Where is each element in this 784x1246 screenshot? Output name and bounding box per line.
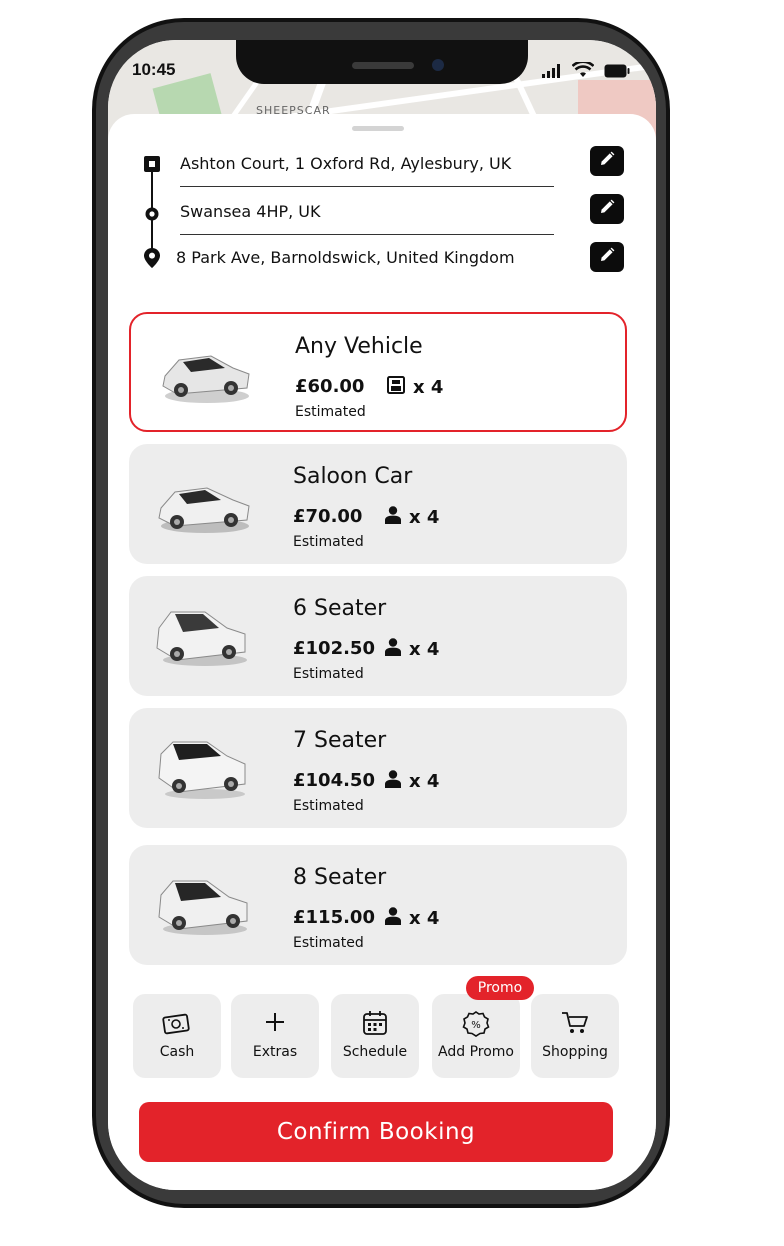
cash-button[interactable]: Cash: [133, 994, 221, 1078]
cart-icon: [561, 1010, 589, 1038]
extras-label: Extras: [252, 1044, 298, 1060]
capacity-count: x 4: [413, 377, 444, 398]
speaker: [352, 62, 414, 69]
price-note: Estimated: [293, 534, 364, 550]
pickup-address: Ashton Court, 1 Oxford Rd, Aylesbury, UK: [180, 154, 512, 173]
person-icon: [385, 638, 401, 661]
capacity-count: x 4: [409, 908, 440, 929]
cash-label: Cash: [159, 1044, 195, 1060]
cash-icon: [162, 1010, 192, 1038]
vehicle-name: Saloon Car: [293, 464, 413, 489]
vehicle-name: 8 Seater: [293, 865, 387, 890]
vehicle-capacity: x 4: [385, 506, 439, 529]
pencil-icon: [599, 199, 615, 219]
car-image: [153, 730, 253, 802]
svg-text:%: %: [471, 1020, 481, 1031]
sheet-drag-handle[interactable]: [352, 126, 404, 131]
shopping-label: Shopping: [542, 1044, 608, 1060]
vehicle-card-6-seater[interactable]: 6 Seater £102.50 x 4 Estimated: [129, 576, 627, 696]
waypoint-address: Swansea 4HP, UK: [180, 202, 321, 221]
vehicle-card-7-seater[interactable]: 7 Seater £104.50 x 4 Estimated: [129, 708, 627, 828]
add-promo-button[interactable]: % Add Promo: [432, 994, 520, 1078]
route-stop-waypoint[interactable]: Swansea 4HP, UK: [144, 198, 624, 235]
edit-waypoint-button[interactable]: [590, 194, 624, 224]
phone-screen: SHEEPSCAR 10:45 Ashton Court, 1 Oxford R…: [108, 40, 656, 1190]
price-note: Estimated: [293, 666, 364, 682]
plus-icon: [263, 1010, 287, 1038]
extras-button[interactable]: Extras: [231, 994, 319, 1078]
status-time: 10:45: [132, 60, 176, 79]
divider: [180, 234, 554, 235]
vehicle-capacity: x 4: [387, 376, 443, 399]
luggage-icon: [387, 376, 405, 399]
calendar-icon: [362, 1010, 388, 1038]
person-icon: [385, 907, 401, 930]
car-image: [153, 466, 253, 538]
destination-pin-icon: [144, 248, 160, 272]
promo-badge: Promo: [466, 976, 534, 1000]
divider: [180, 186, 554, 187]
edit-pickup-button[interactable]: [590, 146, 624, 176]
vehicle-name: 7 Seater: [293, 728, 387, 753]
pencil-icon: [599, 151, 615, 171]
person-icon: [385, 506, 401, 529]
vehicle-capacity: x 4: [385, 907, 439, 930]
price-note: Estimated: [293, 935, 364, 951]
vehicle-price: £115.00: [293, 907, 375, 928]
person-icon: [385, 770, 401, 793]
status-icons: [542, 60, 630, 82]
vehicle-capacity: x 4: [385, 638, 439, 661]
route-stop-pickup[interactable]: Ashton Court, 1 Oxford Rd, Aylesbury, UK: [144, 150, 624, 187]
price-note: Estimated: [293, 798, 364, 814]
confirm-booking-button[interactable]: Confirm Booking: [139, 1102, 613, 1162]
schedule-label: Schedule: [342, 1044, 408, 1060]
route-stop-destination[interactable]: 8 Park Ave, Barnoldswick, United Kingdom: [144, 244, 624, 276]
vehicle-name: 6 Seater: [293, 596, 387, 621]
car-image: [153, 598, 253, 670]
price-note: Estimated: [295, 404, 366, 420]
vehicle-price: £104.50: [293, 770, 375, 791]
booking-sheet: Ashton Court, 1 Oxford Rd, Aylesbury, UK…: [108, 114, 656, 1190]
booking-options-bar: Cash Extras Schedule % Add Promo Promo S…: [132, 976, 622, 1080]
car-image: [155, 336, 255, 408]
vehicle-card-8-seater[interactable]: 8 Seater £115.00 x 4 Estimated: [129, 845, 627, 965]
vehicle-price: £60.00: [295, 376, 365, 397]
capacity-count: x 4: [409, 639, 440, 660]
signal-icon: [542, 63, 562, 82]
vehicle-card-saloon[interactable]: Saloon Car £70.00 x 4 Estimated: [129, 444, 627, 564]
destination-address: 8 Park Ave, Barnoldswick, United Kingdom: [176, 248, 515, 267]
wifi-icon: [571, 60, 595, 82]
vehicle-price: £102.50: [293, 638, 375, 659]
vehicle-name: Any Vehicle: [295, 334, 423, 359]
pickup-square-icon: [144, 156, 160, 176]
add-promo-label: Add Promo: [438, 1044, 514, 1060]
vehicle-price: £70.00: [293, 506, 363, 527]
capacity-count: x 4: [409, 507, 440, 528]
pencil-icon: [599, 247, 615, 267]
shopping-button[interactable]: Shopping: [531, 994, 619, 1078]
vehicle-capacity: x 4: [385, 770, 439, 793]
camera-notch: [236, 40, 528, 84]
promo-badge-icon: %: [462, 1010, 490, 1038]
car-image: [153, 867, 253, 939]
front-camera: [432, 59, 444, 71]
waypoint-dot-icon: [145, 206, 159, 225]
capacity-count: x 4: [409, 771, 440, 792]
edit-destination-button[interactable]: [590, 242, 624, 272]
vehicle-card-any[interactable]: Any Vehicle £60.00 x 4 Estimated: [129, 312, 627, 432]
battery-icon: [604, 63, 630, 82]
schedule-button[interactable]: Schedule: [331, 994, 419, 1078]
